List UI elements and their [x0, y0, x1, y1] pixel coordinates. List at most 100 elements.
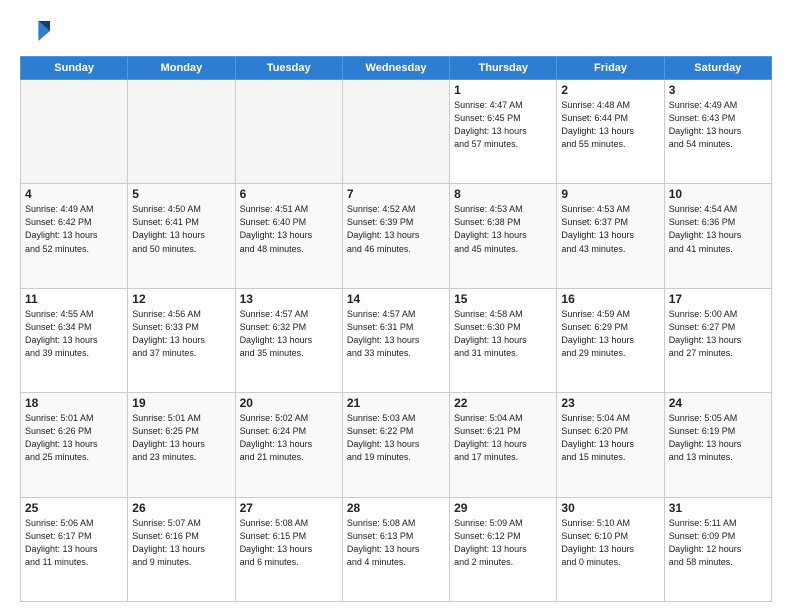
day-number: 7 [347, 187, 445, 201]
day-header-thursday: Thursday [450, 57, 557, 80]
calendar-cell [21, 80, 128, 184]
day-number: 24 [669, 396, 767, 410]
day-number: 31 [669, 501, 767, 515]
day-info: Sunrise: 5:03 AM Sunset: 6:22 PM Dayligh… [347, 412, 445, 464]
calendar-week-2: 4 Sunrise: 4:49 AM Sunset: 6:42 PM Daylig… [21, 184, 772, 288]
calendar-cell: 10 Sunrise: 4:54 AM Sunset: 6:36 PM Dayli… [664, 184, 771, 288]
day-number: 4 [25, 187, 123, 201]
calendar-cell: 24Sunrise: 5:05 AM Sunset: 6:19 PM Dayli… [664, 393, 771, 497]
day-info: Sunrise: 4:47 AM Sunset: 6:45 PM Dayligh… [454, 99, 552, 151]
day-number: 9 [561, 187, 659, 201]
calendar-week-4: 18 Sunrise: 5:01 AM Sunset: 6:26 PM Dayli… [21, 393, 772, 497]
day-info: Sunrise: 4:58 AM Sunset: 6:30 PM Dayligh… [454, 308, 552, 360]
calendar-cell: 6 Sunrise: 4:51 AM Sunset: 6:40 PM Daylig… [235, 184, 342, 288]
calendar-cell: 13Sunrise: 4:57 AM Sunset: 6:32 PM Dayli… [235, 288, 342, 392]
calendar-cell: 25 Sunrise: 5:06 AM Sunset: 6:17 PM Dayli… [21, 497, 128, 601]
day-info: Sunrise: 4:49 AM Sunset: 6:43 PM Dayligh… [669, 99, 767, 151]
day-info: Sunrise: 4:51 AM Sunset: 6:40 PM Dayligh… [240, 203, 338, 255]
day-info: Sunrise: 4:56 AM Sunset: 6:33 PM Dayligh… [132, 308, 230, 360]
day-number: 2 [561, 83, 659, 97]
calendar-header-row: SundayMondayTuesdayWednesdayThursdayFrid… [21, 57, 772, 80]
day-info: Sunrise: 5:01 AM Sunset: 6:26 PM Dayligh… [25, 412, 123, 464]
header [20, 16, 772, 46]
day-number: 12 [132, 292, 230, 306]
calendar-cell: 30Sunrise: 5:10 AM Sunset: 6:10 PM Dayli… [557, 497, 664, 601]
calendar-cell: 18 Sunrise: 5:01 AM Sunset: 6:26 PM Dayli… [21, 393, 128, 497]
calendar-cell [342, 80, 449, 184]
calendar-cell: 2 Sunrise: 4:48 AM Sunset: 6:44 PM Daylig… [557, 80, 664, 184]
day-info: Sunrise: 5:04 AM Sunset: 6:21 PM Dayligh… [454, 412, 552, 464]
calendar-cell: 12 Sunrise: 4:56 AM Sunset: 6:33 PM Dayli… [128, 288, 235, 392]
day-number: 21 [347, 396, 445, 410]
calendar-cell: 15 Sunrise: 4:58 AM Sunset: 6:30 PM Dayli… [450, 288, 557, 392]
day-number: 3 [669, 83, 767, 97]
calendar-cell: 3 Sunrise: 4:49 AM Sunset: 6:43 PM Daylig… [664, 80, 771, 184]
day-info: Sunrise: 5:01 AM Sunset: 6:25 PM Dayligh… [132, 412, 230, 464]
day-number: 20 [240, 396, 338, 410]
day-header-saturday: Saturday [664, 57, 771, 80]
day-info: Sunrise: 5:09 AM Sunset: 6:12 PM Dayligh… [454, 517, 552, 569]
day-number: 14 [347, 292, 445, 306]
calendar-table: SundayMondayTuesdayWednesdayThursdayFrid… [20, 56, 772, 602]
logo [20, 16, 54, 46]
calendar-cell: 20 Sunrise: 5:02 AM Sunset: 6:24 PM Dayli… [235, 393, 342, 497]
day-number: 26 [132, 501, 230, 515]
day-number: 27 [240, 501, 338, 515]
calendar-cell: 23 Sunrise: 5:04 AM Sunset: 6:20 PM Dayli… [557, 393, 664, 497]
day-info: Sunrise: 5:08 AM Sunset: 6:15 PM Dayligh… [240, 517, 338, 569]
calendar-cell: 9 Sunrise: 4:53 AM Sunset: 6:37 PM Daylig… [557, 184, 664, 288]
day-number: 5 [132, 187, 230, 201]
day-number: 18 [25, 396, 123, 410]
day-number: 11 [25, 292, 123, 306]
calendar-cell: 19 Sunrise: 5:01 AM Sunset: 6:25 PM Dayli… [128, 393, 235, 497]
day-number: 22 [454, 396, 552, 410]
day-header-monday: Monday [128, 57, 235, 80]
day-number: 25 [25, 501, 123, 515]
day-info: Sunrise: 5:11 AM Sunset: 6:09 PM Dayligh… [669, 517, 767, 569]
calendar-cell: 14 Sunrise: 4:57 AM Sunset: 6:31 PM Dayli… [342, 288, 449, 392]
day-info: Sunrise: 4:53 AM Sunset: 6:38 PM Dayligh… [454, 203, 552, 255]
page: SundayMondayTuesdayWednesdayThursdayFrid… [0, 0, 792, 612]
day-info: Sunrise: 5:06 AM Sunset: 6:17 PM Dayligh… [25, 517, 123, 569]
day-number: 8 [454, 187, 552, 201]
calendar-cell: 4 Sunrise: 4:49 AM Sunset: 6:42 PM Daylig… [21, 184, 128, 288]
day-number: 6 [240, 187, 338, 201]
day-number: 19 [132, 396, 230, 410]
calendar-cell: 16Sunrise: 4:59 AM Sunset: 6:29 PM Dayli… [557, 288, 664, 392]
day-number: 17 [669, 292, 767, 306]
calendar-cell: 28 Sunrise: 5:08 AM Sunset: 6:13 PM Dayli… [342, 497, 449, 601]
day-header-friday: Friday [557, 57, 664, 80]
day-number: 28 [347, 501, 445, 515]
day-info: Sunrise: 4:49 AM Sunset: 6:42 PM Dayligh… [25, 203, 123, 255]
calendar-cell: 8 Sunrise: 4:53 AM Sunset: 6:38 PM Daylig… [450, 184, 557, 288]
day-number: 29 [454, 501, 552, 515]
day-info: Sunrise: 4:57 AM Sunset: 6:31 PM Dayligh… [347, 308, 445, 360]
calendar-week-3: 11Sunrise: 4:55 AM Sunset: 6:34 PM Dayli… [21, 288, 772, 392]
day-info: Sunrise: 5:02 AM Sunset: 6:24 PM Dayligh… [240, 412, 338, 464]
day-info: Sunrise: 4:54 AM Sunset: 6:36 PM Dayligh… [669, 203, 767, 255]
calendar-cell: 21 Sunrise: 5:03 AM Sunset: 6:22 PM Dayli… [342, 393, 449, 497]
calendar-cell: 26 Sunrise: 5:07 AM Sunset: 6:16 PM Dayli… [128, 497, 235, 601]
day-info: Sunrise: 5:07 AM Sunset: 6:16 PM Dayligh… [132, 517, 230, 569]
day-info: Sunrise: 4:53 AM Sunset: 6:37 PM Dayligh… [561, 203, 659, 255]
day-header-tuesday: Tuesday [235, 57, 342, 80]
day-info: Sunrise: 5:08 AM Sunset: 6:13 PM Dayligh… [347, 517, 445, 569]
day-number: 13 [240, 292, 338, 306]
day-info: Sunrise: 5:10 AM Sunset: 6:10 PM Dayligh… [561, 517, 659, 569]
day-header-wednesday: Wednesday [342, 57, 449, 80]
calendar-cell: 31 Sunrise: 5:11 AM Sunset: 6:09 PM Dayli… [664, 497, 771, 601]
calendar-cell: 7Sunrise: 4:52 AM Sunset: 6:39 PM Daylig… [342, 184, 449, 288]
day-header-sunday: Sunday [21, 57, 128, 80]
day-info: Sunrise: 5:04 AM Sunset: 6:20 PM Dayligh… [561, 412, 659, 464]
calendar-cell [128, 80, 235, 184]
day-info: Sunrise: 4:48 AM Sunset: 6:44 PM Dayligh… [561, 99, 659, 151]
day-number: 23 [561, 396, 659, 410]
day-number: 15 [454, 292, 552, 306]
day-info: Sunrise: 5:00 AM Sunset: 6:27 PM Dayligh… [669, 308, 767, 360]
day-number: 10 [669, 187, 767, 201]
calendar-cell: 5 Sunrise: 4:50 AM Sunset: 6:41 PM Daylig… [128, 184, 235, 288]
day-number: 16 [561, 292, 659, 306]
day-info: Sunrise: 4:50 AM Sunset: 6:41 PM Dayligh… [132, 203, 230, 255]
logo-icon [20, 16, 50, 46]
calendar-week-5: 25 Sunrise: 5:06 AM Sunset: 6:17 PM Dayli… [21, 497, 772, 601]
